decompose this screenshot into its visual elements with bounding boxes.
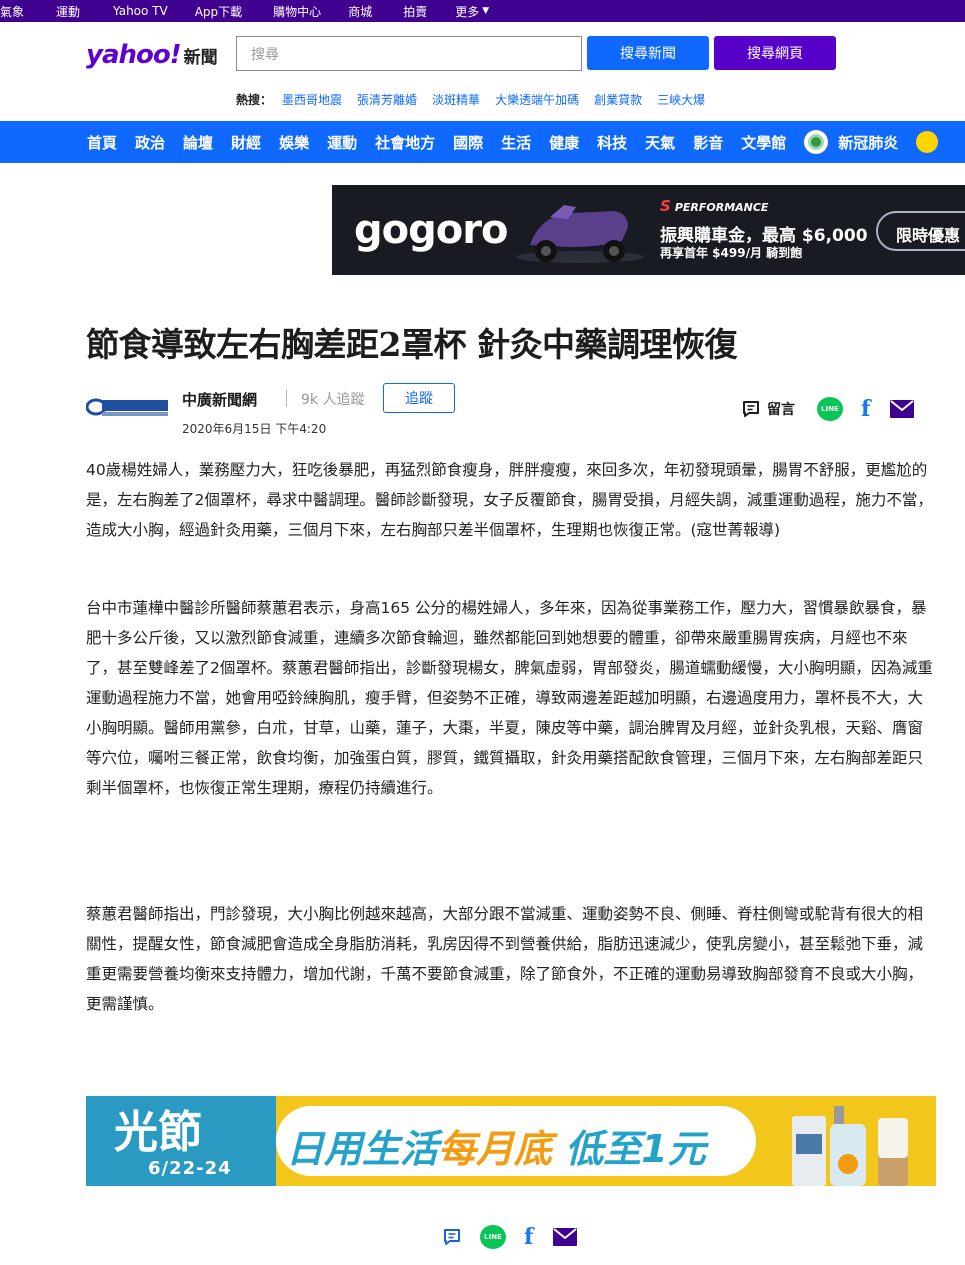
- nav-item-forum[interactable]: 論壇: [183, 132, 213, 153]
- mail-icon[interactable]: [553, 1228, 578, 1246]
- comment-icon[interactable]: [741, 399, 761, 419]
- trending-term[interactable]: 大樂透端午加碼: [495, 91, 579, 108]
- facebook-icon[interactable]: f: [861, 396, 870, 422]
- chevron-down-icon: ▼: [482, 6, 490, 16]
- nav-item-international[interactable]: 國際: [453, 132, 483, 153]
- gogoro-ad-banner[interactable]: gogoro S PERFORMANCE 振興購車金，最高 $6,000 再享首年…: [332, 185, 965, 275]
- product-images: [792, 1106, 908, 1186]
- article-paragraph: 蔡蕙君醫師指出，門診發現，大小胸比例越來越高，大部分跟不當減重、運動姿勢不良、側…: [86, 905, 924, 1013]
- ad-line-1: 振興購車金，最高 $6,000: [660, 226, 868, 246]
- topbar-item-shopping[interactable]: 購物中心: [273, 3, 321, 20]
- ad-cta-button[interactable]: 限時優惠: [876, 211, 965, 251]
- follow-button[interactable]: 追蹤: [383, 383, 455, 413]
- topbar-item-sports[interactable]: 運動: [56, 3, 80, 20]
- facebook-icon[interactable]: f: [524, 1224, 533, 1250]
- shopping-festival-ad[interactable]: 光節 6/22-24 日用生活每月底 低至1元: [86, 1096, 936, 1186]
- provider-name[interactable]: 中廣新聞網: [182, 389, 257, 410]
- search-input[interactable]: 搜尋: [236, 36, 582, 71]
- comment-label[interactable]: 留言: [767, 399, 795, 419]
- publish-date: 2020年6月15日 下午4:20: [182, 422, 327, 436]
- nav-item-entertainment[interactable]: 娛樂: [279, 132, 309, 153]
- nav-item-covid[interactable]: 新冠肺炎: [838, 132, 898, 153]
- topbar-item-auction[interactable]: 拍賣: [403, 3, 427, 20]
- share-bar-bottom: LINE f: [442, 1224, 578, 1250]
- performance-mark: S: [660, 197, 671, 215]
- performance-text: PERFORMANCE: [674, 201, 769, 214]
- nav-item-weather[interactable]: 天氣: [645, 132, 675, 153]
- topbar-item-more[interactable]: 更多: [455, 3, 479, 20]
- trending-term[interactable]: 淡斑精華: [432, 91, 480, 108]
- nav-item-tech[interactable]: 科技: [597, 132, 627, 153]
- nav-item-video[interactable]: 影音: [693, 132, 723, 153]
- trending-searches: 熱搜： 墨西哥地震 張清芳離婚 淡斑精華 大樂透端午加碼 創業貸款 三峽大爆: [236, 91, 720, 108]
- line-icon[interactable]: LINE: [480, 1225, 506, 1249]
- topbar-item-mall[interactable]: 商城: [348, 3, 372, 20]
- slogan-highlight: 每月底: [438, 1127, 553, 1171]
- article-paragraph: 40歲楊姓婦人，業務壓力大，狂吃後暴肥，再猛烈節食瘦身，胖胖瘦瘦，來回多次，年初…: [86, 461, 933, 539]
- nav-item-life[interactable]: 生活: [501, 132, 531, 153]
- search-news-button[interactable]: 搜尋新聞: [587, 36, 709, 70]
- divider: [286, 389, 287, 407]
- nav-item-society[interactable]: 社會地方: [375, 132, 435, 153]
- festival-title: 光節: [114, 1107, 202, 1158]
- article-title: 節食導致左右胸差距2罩杯 針灸中藥調理恢復: [86, 325, 737, 364]
- ad-brand: gogoro: [354, 207, 508, 253]
- trending-term[interactable]: 張清芳離婚: [357, 91, 417, 108]
- ad-slogan: 日用生活每月底 低至1元: [286, 1118, 706, 1173]
- nav-item-sports[interactable]: 運動: [327, 132, 357, 153]
- logo-section: 新聞: [183, 48, 218, 68]
- mail-icon[interactable]: [890, 400, 915, 418]
- topbar-item-app-download[interactable]: App下載: [195, 3, 242, 20]
- performance-label: S PERFORMANCE: [660, 197, 768, 215]
- share-bar-top: 留言 LINE f: [741, 396, 915, 422]
- line-icon[interactable]: LINE: [817, 397, 843, 421]
- slogan-part-2: 低至1元: [552, 1127, 706, 1171]
- lightbulb-icon[interactable]: [916, 131, 939, 153]
- trending-term[interactable]: 創業貸款: [594, 91, 642, 108]
- trending-term[interactable]: 墨西哥地震: [282, 91, 342, 108]
- topbar-item-weather[interactable]: 氣象: [0, 3, 24, 20]
- nav-item-politics[interactable]: 政治: [135, 132, 165, 153]
- trending-term[interactable]: 三峽大爆: [657, 91, 705, 108]
- search-web-button[interactable]: 搜尋網頁: [714, 36, 836, 70]
- yahoo-news-logo[interactable]: yahoo! 新聞: [86, 40, 218, 70]
- logo-text: yahoo!: [86, 40, 182, 70]
- topbar-item-yahoo-tv[interactable]: Yahoo TV: [113, 4, 168, 18]
- nav-item-literature[interactable]: 文學館: [741, 132, 786, 153]
- trending-label: 熱搜：: [236, 93, 273, 107]
- article-paragraph: 台中市蓮樺中醫診所醫師蔡蕙君表示，身高165 公分的楊姓婦人，多年來，因為從事業…: [86, 599, 933, 797]
- slogan-part-1: 日用生活: [286, 1127, 439, 1171]
- main-nav: 首頁 政治 論壇 財經 娛樂 運動 社會地方 國際 生活 健康 科技 天氣 影音…: [0, 121, 965, 163]
- provider-logo[interactable]: [86, 396, 170, 418]
- comment-icon[interactable]: [442, 1227, 462, 1247]
- top-bar: 氣象 運動 Yahoo TV App下載 購物中心 商城 拍賣 更多 ▼: [0, 0, 965, 22]
- ad-line-2: 再享首年 $499/月 騎到飽: [660, 246, 803, 260]
- nav-item-home[interactable]: 首頁: [87, 132, 117, 153]
- nav-item-finance[interactable]: 財經: [231, 132, 261, 153]
- follower-count: 9k 人追蹤: [301, 392, 365, 408]
- festival-dates: 6/22-24: [148, 1158, 232, 1179]
- scooter-image: [516, 205, 644, 263]
- virus-icon: [804, 130, 829, 154]
- search-placeholder: 搜尋: [251, 46, 279, 63]
- nav-item-health[interactable]: 健康: [549, 132, 579, 153]
